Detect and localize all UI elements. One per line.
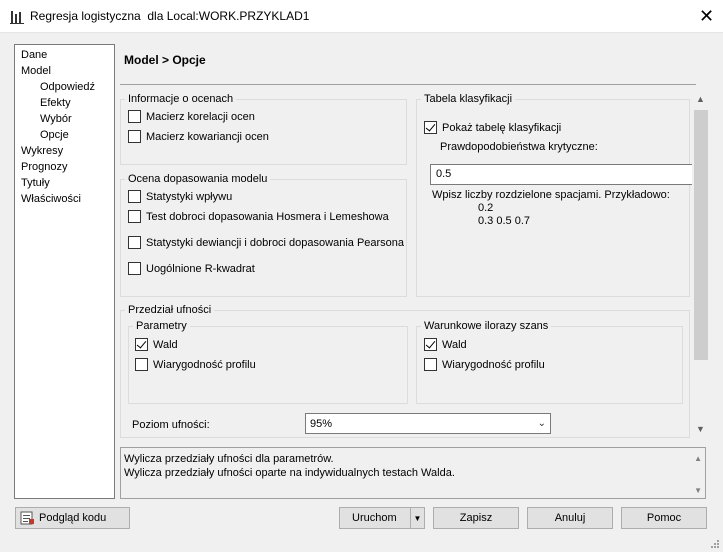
ci-group-legend: Przedział ufności xyxy=(128,304,212,316)
cov-matrix-label: Macierz kowariancji ocen xyxy=(146,130,269,143)
info-group-legend: Informacje o ocenach xyxy=(128,93,234,105)
nav-item-wybor[interactable]: Wybór xyxy=(40,112,72,126)
critical-prob-wrapper: 0.5 xyxy=(430,164,697,185)
hosmer-lemeshow-box[interactable] xyxy=(128,210,141,223)
info-group: Informacje o ocenach xyxy=(120,93,407,165)
generalized-rsq-checkbox[interactable]: Uogólnione R-kwadrat xyxy=(128,262,255,275)
nav-item-prognozy[interactable]: Prognozy xyxy=(21,160,67,174)
scroll-down-icon[interactable]: ▼ xyxy=(692,424,709,436)
params-profile-box[interactable] xyxy=(135,358,148,371)
params-profile-checkbox[interactable]: Wiarygodność profilu xyxy=(135,358,256,371)
app-icon xyxy=(10,11,24,24)
params-wald-box[interactable] xyxy=(135,338,148,351)
params-wald-checkbox[interactable]: Wald xyxy=(135,338,178,351)
nav-item-tytuly[interactable]: Tytuły xyxy=(21,176,50,190)
nav-item-odpowiedz[interactable]: Odpowiedź xyxy=(40,80,95,94)
page-title: Model > Opcje xyxy=(124,53,206,67)
hosmer-lemeshow-label: Test dobroci dopasowania Hosmera i Lemes… xyxy=(146,210,389,223)
class-table-legend: Tabela klasyfikacji xyxy=(424,93,513,105)
scroll-thumb[interactable] xyxy=(694,110,708,360)
chevron-down-icon[interactable]: ⌄ xyxy=(538,418,546,429)
description-line-2: Wylicza przedziały ufności oparte na ind… xyxy=(124,467,455,479)
title-bar: Regresja logistyczna dla Local:WORK.PRZY… xyxy=(0,0,723,33)
navigation-panel: Dane Model Odpowiedź Efekty Wybór Opcje … xyxy=(14,44,115,499)
generalized-rsq-box[interactable] xyxy=(128,262,141,275)
corr-matrix-label: Macierz korelacji ocen xyxy=(146,110,255,123)
influence-stats-checkbox[interactable]: Statystyki wpływu xyxy=(128,190,232,203)
conf-level-label: Poziom ufności: xyxy=(132,419,210,431)
generalized-rsq-label: Uogólnione R-kwadrat xyxy=(146,262,255,275)
show-class-table-label: Pokaż tabelę klasyfikacji xyxy=(442,121,562,134)
window-title: Regresja logistyczna dla Local:WORK.PRZY… xyxy=(30,9,310,23)
description-line-1: Wylicza przedziały ufności dla parametró… xyxy=(124,453,334,465)
hint-example-2: 0.3 0.5 0.7 xyxy=(478,215,530,227)
influence-stats-label: Statystyki wpływu xyxy=(146,190,233,203)
odds-profile-box[interactable] xyxy=(424,358,437,371)
desc-scroll-down-icon[interactable]: ▼ xyxy=(694,484,702,498)
influence-stats-box[interactable] xyxy=(128,190,141,203)
conf-level-wrapper: 95% ⌄ xyxy=(305,413,551,434)
nav-item-model[interactable]: Model xyxy=(21,64,51,78)
options-scrollbar[interactable]: ▲ ▼ xyxy=(692,90,709,438)
nav-item-dane[interactable]: Dane xyxy=(21,48,47,62)
odds-wald-checkbox[interactable]: Wald xyxy=(424,338,467,351)
scroll-up-icon[interactable]: ▲ xyxy=(692,94,709,106)
preview-code-button[interactable]: Podgląd kodu xyxy=(15,507,130,529)
show-class-table-checkbox[interactable]: Pokaż tabelę klasyfikacji xyxy=(424,121,561,134)
params-wald-label: Wald xyxy=(153,338,178,351)
hosmer-lemeshow-checkbox[interactable]: Test dobroci dopasowania Hosmera i Lemes… xyxy=(128,210,389,223)
hint-text: Wpisz liczby rozdzielone spacjami. Przyk… xyxy=(432,189,670,201)
options-panel: Informacje o ocenach Macierz korelacji o… xyxy=(120,90,706,438)
nav-item-opcje[interactable]: Opcje xyxy=(40,128,69,142)
desc-scroll-up-icon[interactable]: ▲ xyxy=(694,452,702,466)
run-button[interactable]: Uruchom ▼ xyxy=(339,507,425,529)
corr-matrix-box[interactable] xyxy=(128,110,141,123)
deviance-pearson-label: Statystyki dewiancji i dobroci dopasowan… xyxy=(146,236,405,249)
odds-wald-box[interactable] xyxy=(424,338,437,351)
hint-example-1: 0.2 xyxy=(478,202,494,214)
cov-matrix-checkbox[interactable]: Macierz kowariancji ocen xyxy=(128,130,269,143)
nav-item-wykresy[interactable]: Wykresy xyxy=(21,144,63,158)
odds-profile-checkbox[interactable]: Wiarygodność profilu xyxy=(424,358,545,371)
deviance-pearson-box[interactable] xyxy=(128,236,141,249)
description-box: Wylicza przedziały ufności dla parametró… xyxy=(120,447,706,499)
fit-group-legend: Ocena dopasowania modelu xyxy=(128,173,268,185)
critical-prob-input[interactable]: 0.5 xyxy=(430,164,697,185)
run-dropdown-icon[interactable]: ▼ xyxy=(410,508,424,528)
params-group-legend: Parametry xyxy=(136,320,187,332)
help-button[interactable]: Pomoc xyxy=(621,507,707,529)
odds-profile-label: Wiarygodność profilu xyxy=(442,358,545,371)
nav-item-wlasciwosci[interactable]: Właściwości xyxy=(21,192,81,206)
show-class-table-box[interactable] xyxy=(424,121,437,134)
odds-wald-label: Wald xyxy=(442,338,467,351)
params-profile-label: Wiarygodność profilu xyxy=(153,358,256,371)
code-preview-icon xyxy=(20,511,34,525)
run-label: Uruchom xyxy=(352,512,397,524)
nav-item-efekty[interactable]: Efekty xyxy=(40,96,71,110)
corr-matrix-checkbox[interactable]: Macierz korelacji ocen xyxy=(128,110,255,123)
conf-level-select[interactable]: 95% ⌄ xyxy=(305,413,551,434)
odds-group-legend: Warunkowe ilorazy szans xyxy=(424,320,549,332)
close-icon[interactable]: ✕ xyxy=(690,0,723,32)
conf-level-value: 95% xyxy=(310,417,333,430)
cov-matrix-box[interactable] xyxy=(128,130,141,143)
header-divider xyxy=(120,84,696,85)
critical-prob-label: Prawdopodobieństwa krytyczne: xyxy=(440,141,598,153)
save-button[interactable]: Zapisz xyxy=(433,507,519,529)
cancel-button[interactable]: Anuluj xyxy=(527,507,613,529)
preview-code-label: Podgląd kodu xyxy=(39,512,107,524)
deviance-pearson-checkbox[interactable]: Statystyki dewiancji i dobroci dopasowan… xyxy=(128,236,404,249)
resize-grip-icon[interactable] xyxy=(710,539,720,549)
